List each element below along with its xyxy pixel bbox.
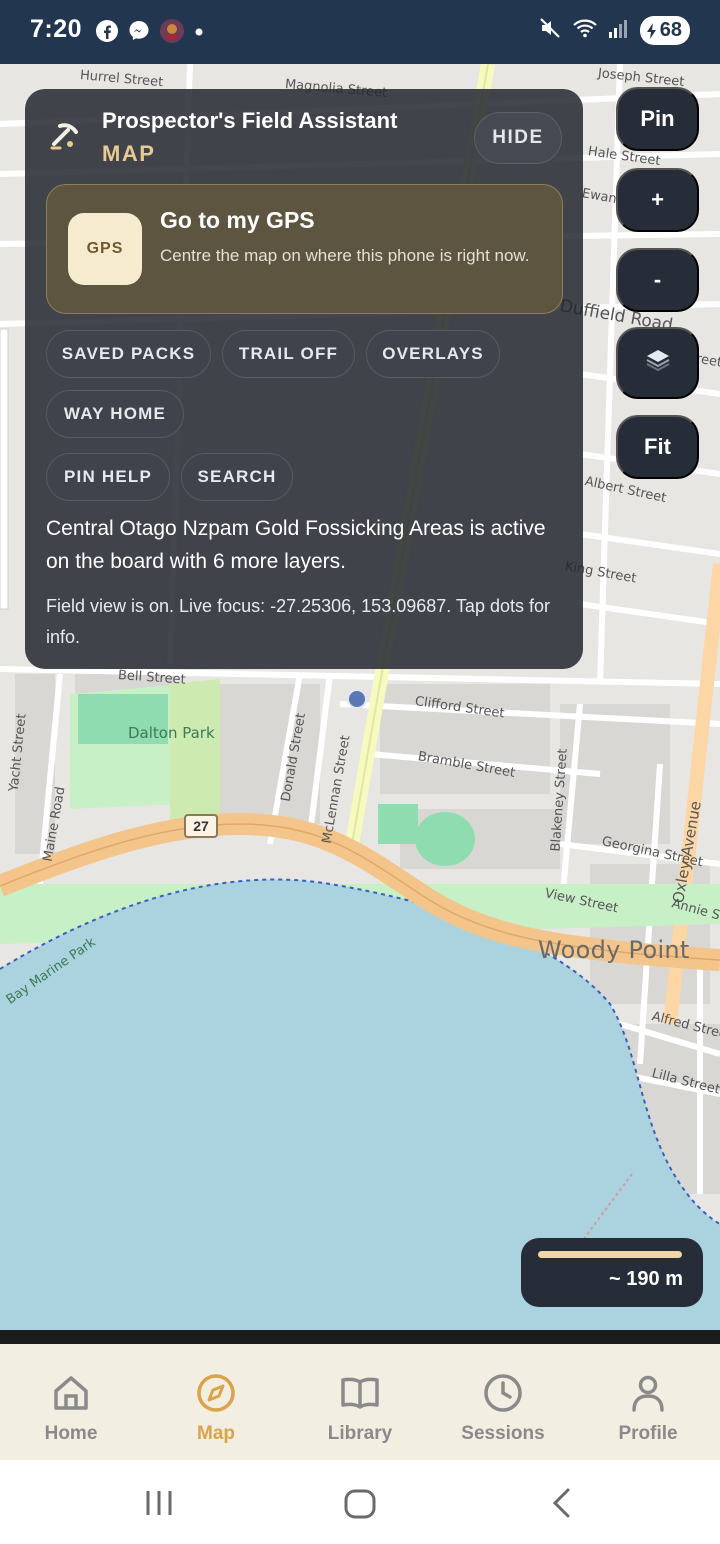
dot-icon bbox=[193, 25, 205, 43]
system-navigation-bar bbox=[0, 1460, 720, 1544]
location-dot[interactable] bbox=[347, 689, 367, 709]
nav-label-sessions: Sessions bbox=[461, 1423, 545, 1444]
messenger-icon bbox=[127, 19, 151, 48]
recent-apps-icon[interactable] bbox=[143, 1488, 175, 1523]
overlays-button[interactable]: OVERLAYS bbox=[366, 330, 500, 378]
layers-button[interactable] bbox=[616, 327, 699, 399]
map-overlay-panel bbox=[25, 89, 583, 669]
zoom-in-button[interactable]: + bbox=[616, 168, 699, 232]
nav-item-sessions[interactable]: Sessions bbox=[443, 1372, 563, 1445]
pin-help-button[interactable]: PIN HELP bbox=[46, 453, 170, 501]
nav-label-home: Home bbox=[44, 1423, 98, 1444]
app-title: Prospector's Field Assistant bbox=[102, 108, 398, 133]
zoom-out-button[interactable]: - bbox=[616, 248, 699, 312]
live-focus-text: Field view is on. Live focus: -27.25306,… bbox=[46, 596, 550, 647]
person-icon bbox=[627, 1372, 669, 1419]
book-icon bbox=[339, 1372, 381, 1419]
nav-label-library: Library bbox=[327, 1423, 393, 1444]
compass-icon bbox=[195, 1372, 237, 1419]
trail-off-button[interactable]: TRAIL OFF bbox=[222, 330, 355, 378]
gps-card-description: Centre the map on where this phone is ri… bbox=[160, 246, 530, 265]
status-time: 7:20 bbox=[30, 15, 83, 43]
nav-item-library[interactable]: Library bbox=[300, 1372, 420, 1445]
scale-bar bbox=[538, 1251, 682, 1258]
notification-icons bbox=[95, 18, 205, 49]
nav-item-home[interactable]: Home bbox=[11, 1372, 131, 1445]
home-system-icon[interactable] bbox=[343, 1488, 377, 1525]
scale-label: ~ 190 m bbox=[609, 1268, 683, 1290]
page-title: MAP bbox=[102, 141, 156, 166]
back-icon[interactable] bbox=[548, 1486, 576, 1525]
way-home-button[interactable]: WAY HOME bbox=[46, 390, 184, 438]
saved-packs-button[interactable]: SAVED PACKS bbox=[46, 330, 211, 378]
hide-panel-button[interactable]: HIDE bbox=[474, 112, 562, 164]
road-shield: 27 bbox=[184, 814, 218, 838]
status-bar: 7:20 68 bbox=[0, 0, 720, 64]
nav-label-map: Map bbox=[197, 1423, 235, 1444]
mute-icon bbox=[538, 16, 562, 45]
battery-level: 68 bbox=[659, 19, 682, 41]
system-status-icons: 68 bbox=[538, 16, 690, 45]
layers-icon bbox=[644, 346, 672, 380]
nav-item-map[interactable]: Map bbox=[156, 1372, 276, 1445]
clock-icon bbox=[482, 1372, 524, 1419]
place-label: Woody Point bbox=[538, 936, 690, 964]
pin-button[interactable]: Pin bbox=[616, 87, 699, 151]
active-layers-status: Central Otago Nzpam Gold Fossicking Area… bbox=[46, 517, 546, 573]
avatar-icon bbox=[159, 18, 185, 49]
nav-divider bbox=[0, 1330, 720, 1344]
gps-badge: GPS bbox=[68, 213, 142, 285]
gps-card-title: Go to my GPS bbox=[160, 207, 315, 233]
park-label: Dalton Park bbox=[128, 724, 215, 742]
pickaxe-icon bbox=[46, 118, 82, 159]
battery-icon: 68 bbox=[639, 16, 690, 45]
home-icon bbox=[50, 1372, 92, 1419]
fit-button[interactable]: Fit bbox=[616, 415, 699, 479]
wifi-icon bbox=[572, 16, 598, 45]
facebook-icon bbox=[95, 19, 119, 48]
search-button[interactable]: SEARCH bbox=[181, 453, 293, 501]
signal-icon bbox=[608, 17, 630, 44]
nav-label-profile: Profile bbox=[618, 1423, 678, 1444]
nav-item-profile[interactable]: Profile bbox=[588, 1372, 708, 1445]
